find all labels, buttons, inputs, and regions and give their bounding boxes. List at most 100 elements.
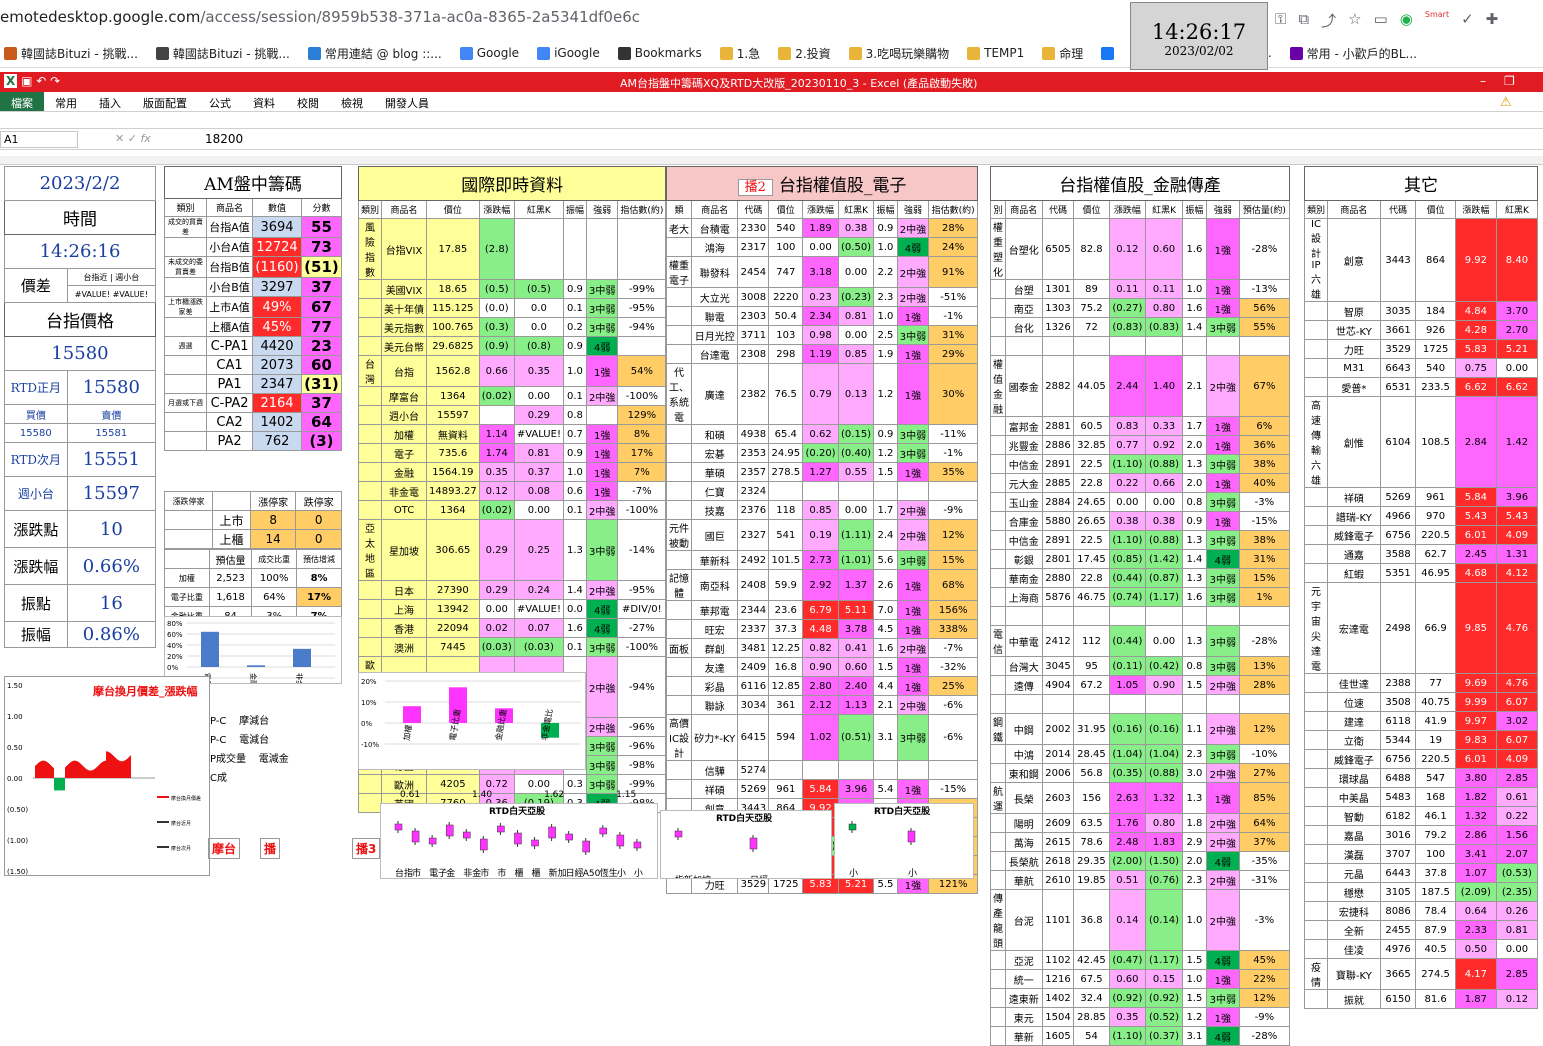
table-cell: 2.34 bbox=[802, 306, 839, 326]
table-cell: 1.8 bbox=[1181, 813, 1207, 833]
check-icon[interactable]: ✓ bbox=[1461, 10, 1474, 31]
table-cell: 5876 bbox=[1041, 587, 1075, 607]
table-cell: 風險指數 bbox=[357, 218, 383, 280]
ribbon-tab[interactable]: 檔案 bbox=[0, 92, 44, 111]
table-cell: (0.8) bbox=[513, 336, 564, 356]
x-label: 新加 bbox=[549, 867, 567, 878]
table-row: 立衛 5344 19 9.83 6.07 bbox=[1303, 730, 1539, 750]
bar bbox=[55, 778, 56, 791]
bookmark-item[interactable]: 常用連結 @ blog ::... bbox=[304, 45, 446, 62]
table-cell: 台達電 bbox=[690, 344, 739, 364]
table-cell: 1.7 bbox=[1181, 416, 1207, 436]
extension-icon[interactable]: ◉ bbox=[1400, 10, 1413, 31]
formula-input[interactable]: 18200 bbox=[205, 132, 243, 146]
bookmark-item[interactable]: 韓國誌Bituzi - 挑戰... bbox=[0, 45, 142, 62]
table-cell: 愛普* bbox=[1327, 377, 1381, 397]
ribbon-tab[interactable]: 插入 bbox=[88, 92, 132, 111]
ribbon-tab[interactable]: 檢視 bbox=[330, 92, 374, 111]
table-cell: 亞泥 bbox=[1005, 950, 1043, 970]
table-cell bbox=[666, 306, 692, 326]
table-cell: 77 bbox=[300, 317, 343, 337]
puzzle-icon[interactable]: ✚ bbox=[1486, 10, 1499, 31]
bookmark-item[interactable]: 2.投資 bbox=[774, 45, 834, 62]
name-box[interactable]: A1 bbox=[0, 131, 78, 148]
bookmark-item[interactable]: iGoogle bbox=[533, 46, 604, 60]
table-cell: 合庫金 bbox=[1005, 511, 1043, 531]
bookmark-item[interactable]: 3.吃喝玩樂購物 bbox=[845, 45, 953, 62]
table-cell: 宏捷科 bbox=[1327, 901, 1381, 921]
bookmark-item[interactable]: Bookmarks bbox=[614, 46, 706, 60]
table-cell: 2.63 bbox=[1108, 782, 1147, 814]
table-cell bbox=[928, 760, 978, 780]
save-icon[interactable]: ▣ bbox=[21, 74, 32, 88]
bookmark-item[interactable]: TEMP1 bbox=[963, 46, 1028, 60]
ribbon-tab[interactable]: 版面配置 bbox=[132, 92, 198, 111]
foot-value: 1.40 bbox=[472, 790, 493, 800]
x-label: 小 bbox=[908, 868, 917, 878]
bar bbox=[48, 763, 49, 778]
bar bbox=[117, 759, 118, 778]
play-button[interactable]: 播 bbox=[260, 838, 281, 859]
bookmark-item[interactable]: Google bbox=[456, 46, 523, 60]
table-cell: 3中弱 bbox=[585, 637, 619, 657]
table-cell bbox=[357, 298, 383, 318]
bookmark-item[interactable] bbox=[1097, 46, 1122, 60]
table-cell: 2中強 bbox=[1205, 763, 1240, 783]
ribbon-tab[interactable]: 校閱 bbox=[286, 92, 330, 111]
table-cell bbox=[802, 760, 839, 780]
table-cell: 國巨 bbox=[690, 519, 739, 551]
table-cell: 24% bbox=[928, 237, 978, 257]
table-cell: 2中強 bbox=[1205, 675, 1240, 695]
table-cell: 3.78 bbox=[837, 619, 875, 639]
table-cell: 2880 bbox=[1041, 568, 1075, 588]
undo-icon[interactable]: ↶ bbox=[36, 74, 46, 88]
chat-icon[interactable]: ▭ bbox=[1374, 10, 1388, 31]
table-cell: 38% bbox=[1238, 530, 1291, 550]
bookmark-item[interactable]: 命理 bbox=[1038, 45, 1087, 62]
play3-button[interactable]: 播3 bbox=[352, 838, 381, 859]
minimize-icon[interactable]: – bbox=[1480, 74, 1504, 88]
redo-icon[interactable]: ↷ bbox=[50, 74, 60, 88]
y-tick: 0.50 bbox=[7, 744, 23, 752]
table-cell: 1強 bbox=[585, 355, 619, 387]
table-cell: 961 bbox=[1415, 487, 1456, 507]
bookmark-item[interactable]: 常用 - 小歡戶的BL... bbox=[1286, 45, 1421, 62]
share-icon[interactable]: ⤴ bbox=[1321, 10, 1336, 31]
table-cell bbox=[666, 676, 692, 696]
key-icon[interactable]: ⚿ bbox=[1275, 10, 1286, 31]
motai-button[interactable]: 摩台 bbox=[208, 838, 241, 859]
table-cell: 0.62 bbox=[802, 424, 839, 444]
restore-icon[interactable]: ❐ bbox=[1504, 74, 1533, 88]
table-row: 遠傳 4904 67.2 1.05 0.90 1.5 2中強 28% bbox=[990, 675, 1291, 695]
open-icon[interactable]: ⧉ bbox=[1298, 10, 1309, 31]
bookmark-item[interactable]: 1.急 bbox=[716, 45, 764, 62]
url-bar[interactable]: emotedesktop.google.com/access/session/8… bbox=[0, 8, 640, 26]
table-cell: 2.40 bbox=[837, 676, 875, 696]
table-cell: 華南金 bbox=[1005, 568, 1043, 588]
bar bbox=[293, 648, 311, 667]
ribbon-tab[interactable]: 公式 bbox=[198, 92, 242, 111]
table-cell bbox=[990, 587, 1006, 607]
table-cell: 62.7 bbox=[1415, 544, 1456, 564]
ribbon-tab[interactable]: 開發人員 bbox=[374, 92, 440, 111]
table-cell: 4.48 bbox=[802, 619, 839, 639]
table-cell: (0.52) bbox=[1145, 1007, 1183, 1027]
smart-icon[interactable]: Smart bbox=[1425, 10, 1449, 31]
table-cell: 35% bbox=[928, 462, 978, 482]
bookmark-item[interactable]: 韓國誌Bituzi - 挑戰... bbox=[152, 45, 294, 62]
ribbon-tab[interactable]: 資料 bbox=[242, 92, 286, 111]
play2-button[interactable]: 播2 bbox=[737, 179, 773, 196]
ribbon-tabs: 檔案 常用 插入 版面配置 公式 資料 校閱 檢視 開發人員 bbox=[0, 92, 1543, 112]
bar bbox=[52, 766, 53, 778]
table-cell bbox=[666, 443, 692, 463]
bar bbox=[57, 778, 58, 791]
star-icon[interactable]: ☆ bbox=[1348, 10, 1361, 31]
candle bbox=[445, 824, 454, 837]
table-cell: 3中弱 bbox=[585, 519, 619, 581]
bar bbox=[88, 770, 89, 778]
ribbon-tab[interactable]: 常用 bbox=[44, 92, 88, 111]
table-row: 上櫃 14 0 bbox=[163, 529, 342, 549]
table-cell: 0.11 bbox=[1108, 279, 1147, 299]
table-cell: 72 bbox=[1073, 317, 1110, 337]
table-cell: 1364 bbox=[426, 386, 480, 406]
